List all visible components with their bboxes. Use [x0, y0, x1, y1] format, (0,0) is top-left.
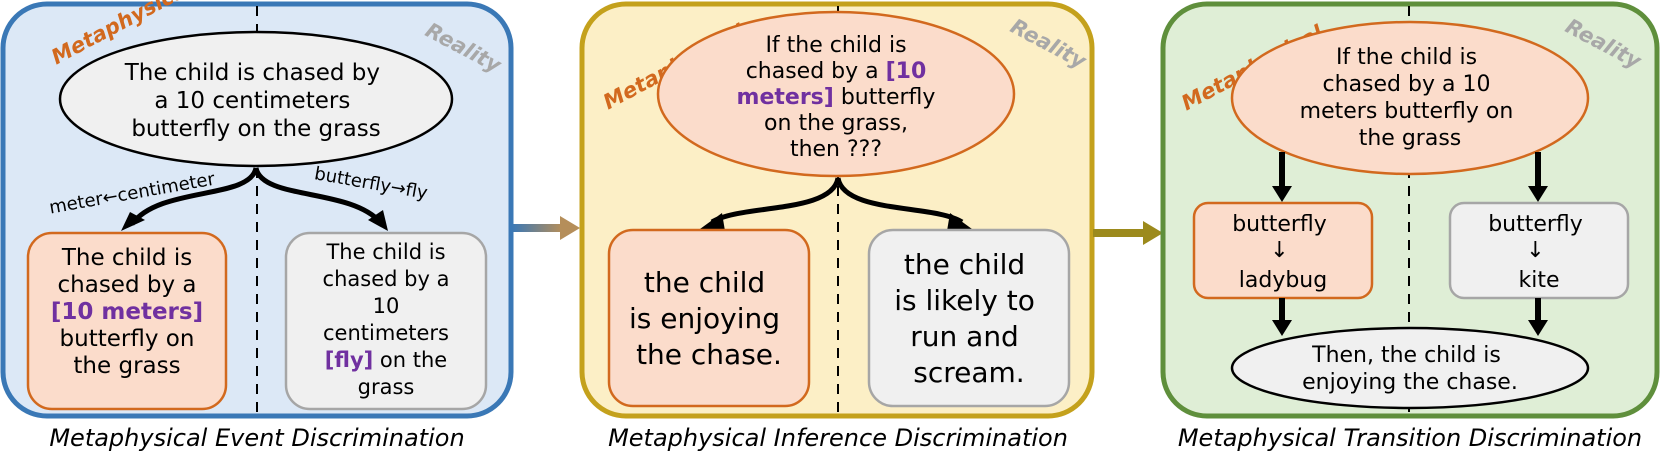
text-span: centimeters	[323, 321, 449, 345]
three-panel-diagram: Metaphysical Reality The child is chased…	[0, 0, 1660, 452]
transition-line: chased by a 10	[1323, 72, 1491, 97]
inference-line: the child	[644, 266, 765, 299]
highlighted-span: [10 meters]	[51, 299, 203, 325]
panel-inference-discrimination: Metaphysical Reality If the child ischas…	[579, 1, 1095, 452]
text-span: the grass	[73, 353, 180, 379]
panel-event-discrimination: Metaphysical Reality The child is chased…	[0, 0, 514, 452]
inference-line: the chase.	[636, 338, 782, 371]
connector-arrow-2	[1093, 221, 1163, 245]
text-span: on the	[373, 348, 447, 372]
inference-line: run and	[910, 320, 1019, 353]
connector-head	[1143, 221, 1163, 245]
connector-arrow-1	[512, 216, 580, 240]
highlighted-span: [fly]	[325, 348, 373, 372]
transition-line: the grass	[1359, 126, 1462, 151]
inference-line: is enjoying	[629, 302, 780, 335]
event-line: a 10 centimeters	[154, 88, 350, 114]
inference-line: scream.	[913, 356, 1024, 389]
text-span: The child is	[61, 245, 192, 271]
conclusion-ellipse	[1230, 326, 1590, 410]
text-span: chased by a	[746, 59, 886, 84]
text-span: chased by a	[323, 267, 450, 291]
panel-title: Metaphysical Event Discrimination	[49, 424, 464, 452]
metaphysical-event-text: The child is chased by a [10 meters] butter…	[51, 245, 203, 379]
text-span: butterfly	[834, 85, 936, 110]
connector-head	[560, 216, 580, 240]
panel-transition-discrimination: Metaphysical Reality If the child is cha…	[1160, 1, 1660, 452]
transition-line: ladybug	[1239, 268, 1327, 293]
event-line: butterfly on the grass	[131, 116, 380, 142]
transition-line: If the child is	[1336, 45, 1477, 70]
transition-line: butterfly	[1232, 212, 1327, 237]
panel-title: Metaphysical Transition Discrimination	[1178, 424, 1642, 452]
metaphysical-inference-text: the child is enjoying the chase.	[629, 266, 789, 371]
connector-shaft	[512, 224, 562, 232]
inference-line: the child	[904, 248, 1025, 281]
text-span: grass	[358, 375, 415, 399]
transition-line: butterfly	[1488, 212, 1583, 237]
conclusion-line: Then, the child is	[1311, 343, 1501, 368]
highlighted-span: meters]	[737, 85, 834, 110]
connector-shaft	[1093, 229, 1145, 237]
text-span: If the child is	[765, 33, 906, 58]
transition-line: kite	[1518, 268, 1559, 293]
down-arrow-glyph: ↓	[1270, 238, 1288, 263]
text-span: butterfly on	[60, 326, 195, 352]
text-span: 10	[373, 294, 400, 318]
event-line: The child is chased by	[124, 60, 380, 86]
down-arrow-glyph: ↓	[1526, 238, 1544, 263]
text-span: on the grass,	[764, 111, 908, 136]
event-text: The child is chased by a 10 centimeters …	[124, 60, 388, 142]
text-span: then ???	[790, 137, 882, 162]
text-span: The child is	[325, 240, 445, 264]
panel-title: Metaphysical Inference Discrimination	[608, 424, 1068, 452]
highlighted-span: [10	[886, 59, 927, 84]
inference-line: is likely to	[894, 284, 1035, 317]
transition-line: meters butterfly on	[1300, 99, 1514, 124]
text-span: chased by a	[58, 272, 197, 298]
conclusion-line: enjoying the chase.	[1302, 370, 1518, 395]
